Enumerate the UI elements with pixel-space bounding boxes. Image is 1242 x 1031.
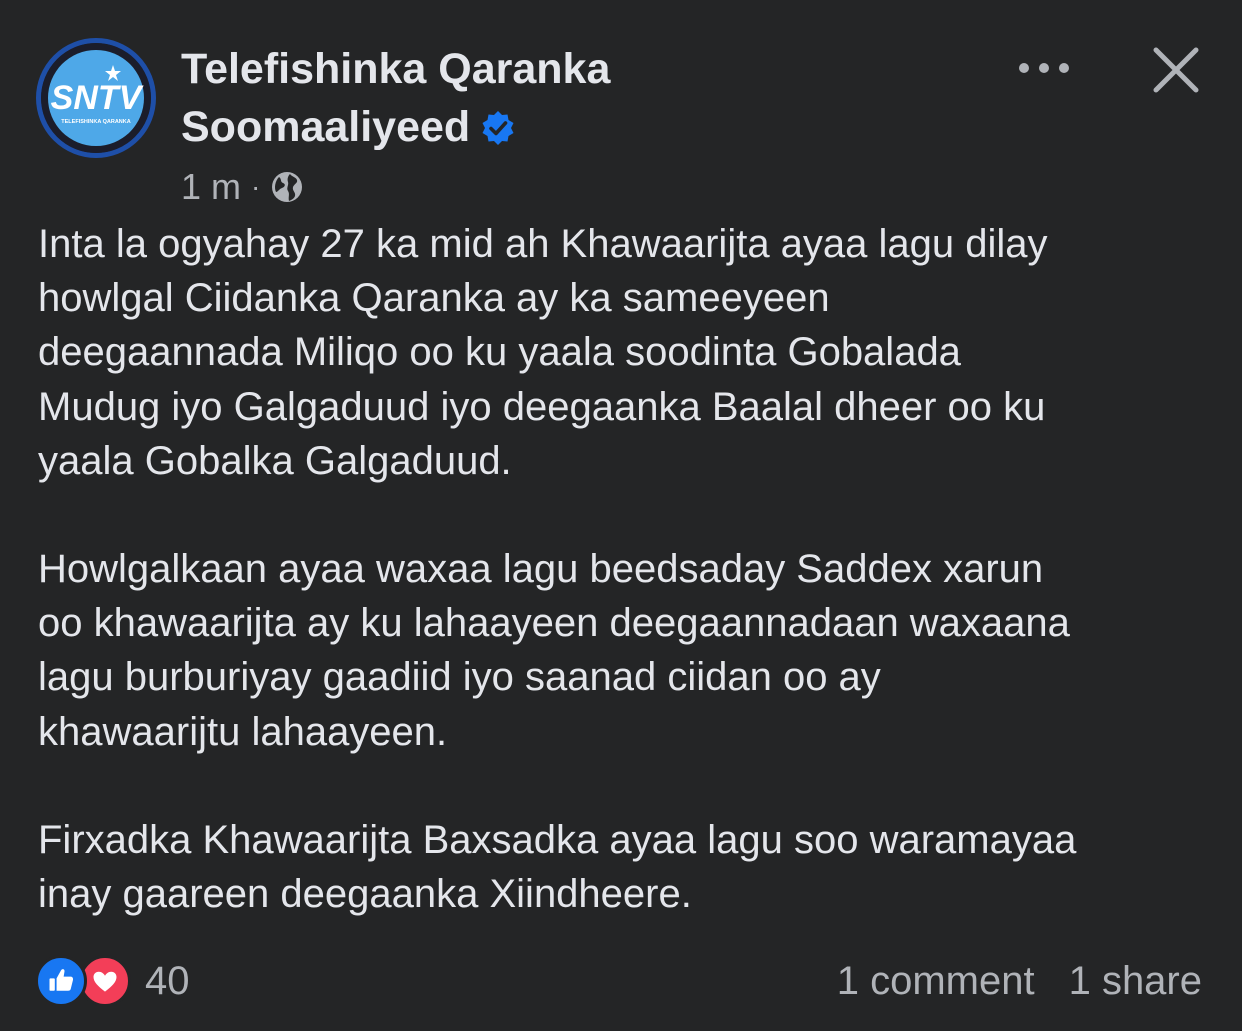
post-line: oo khawaarijta ay ku lahaayeen deegaanna… <box>38 601 1070 646</box>
comment-count-link[interactable]: 1 comment <box>837 959 1035 1004</box>
page-name-line2-wrap: Soomaaliyeed <box>181 98 701 156</box>
post-paragraph-1: Inta la ogyahay 27 ka mid ah Khawaarijta… <box>38 217 1218 488</box>
post-line: Howlgalkaan ayaa waxaa lagu beedsaday Sa… <box>38 547 1044 592</box>
meta-separator: · <box>251 171 261 202</box>
post-line: inay gaareen deegaanka Xiindheere. <box>38 872 692 917</box>
page-name-line2: Soomaaliyeed <box>181 103 471 151</box>
reactions-summary[interactable]: 40 <box>35 955 190 1007</box>
logo-subtext: TELEFISHINKA QARANKA <box>61 119 130 125</box>
post-paragraph-3: Firxadka Khawaarijta Baxsadka ayaa lagu … <box>38 813 1218 921</box>
like-icon <box>35 955 87 1007</box>
post-timestamp[interactable]: 1 m <box>181 166 241 208</box>
post-line: Firxadka Khawaarijta Baxsadka ayaa lagu … <box>38 817 1077 862</box>
engagement-stats: 1 comment 1 share <box>837 955 1202 1007</box>
close-icon[interactable] <box>1148 42 1204 98</box>
page-avatar[interactable]: SNTV TELEFISHINKA QARANKA <box>36 38 156 158</box>
post-line: khawaarijtu lahaayeen. <box>38 709 448 754</box>
post-line: howlgal Ciidanka Qaranka ay ka sameeyeen <box>38 276 830 321</box>
post-text: Inta la ogyahay 27 ka mid ah Khawaarijta… <box>38 217 1218 975</box>
page-name[interactable]: Telefishinka Qaranka Soomaaliyeed <box>181 40 701 156</box>
page-name-line1: Telefishinka Qaranka <box>181 45 611 93</box>
verified-badge-icon <box>482 111 514 145</box>
logo-text: SNTV <box>51 79 145 117</box>
post-line: yaala Gobalka Galgaduud. <box>38 438 512 483</box>
reaction-count: 40 <box>145 958 190 1003</box>
post-line: lagu burburiyay gaadiid iyo saanad ciida… <box>38 655 881 700</box>
sntv-logo: SNTV TELEFISHINKA QARANKA <box>41 43 151 153</box>
globe-icon[interactable] <box>270 170 304 204</box>
post-line: deegaannada Miliqo oo ku yaala soodinta … <box>38 330 961 375</box>
post-line: Inta la ogyahay 27 ka mid ah Khawaarijta… <box>38 222 1048 266</box>
more-icon[interactable] <box>1012 52 1076 84</box>
post-meta: 1 m · <box>181 166 304 208</box>
post-line: Mudug iyo Galgaduud iyo deegaanka Baalal… <box>38 384 1046 429</box>
share-count-link[interactable]: 1 share <box>1069 959 1202 1004</box>
post-paragraph-2: Howlgalkaan ayaa waxaa lagu beedsaday Sa… <box>38 542 1218 759</box>
